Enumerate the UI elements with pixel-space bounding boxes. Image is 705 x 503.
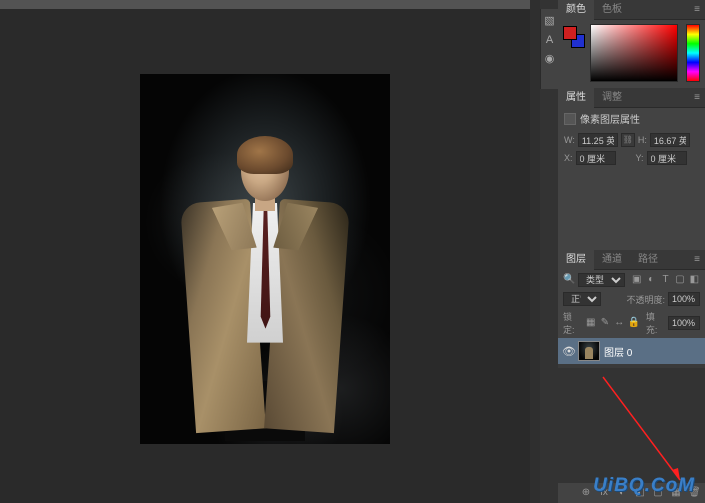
y-label: Y:: [636, 153, 644, 163]
layers-panel-menu-icon[interactable]: ≡: [689, 254, 705, 265]
watermark-text: UiBQ.CoM: [593, 475, 695, 497]
character-icon[interactable]: A: [543, 34, 556, 47]
x-label: X:: [564, 153, 573, 163]
swatches-icon[interactable]: ▧: [543, 15, 556, 28]
tab-channels[interactable]: 通道: [594, 250, 630, 270]
foreground-color-swatch[interactable]: [563, 26, 577, 40]
height-input[interactable]: [650, 133, 690, 147]
hue-strip[interactable]: [686, 24, 700, 82]
filter-pixel-icon[interactable]: ▣: [631, 274, 642, 286]
collapsed-tool-dock[interactable]: ▧ A ◉: [540, 9, 558, 89]
fill-input[interactable]: [668, 316, 700, 330]
width-label: W:: [564, 135, 575, 145]
properties-header: 像素图层属性: [558, 108, 705, 129]
color-panel-tabs: 颜色 色板 ≡: [558, 0, 705, 20]
x-input[interactable]: [576, 151, 616, 165]
tab-swatches[interactable]: 色板: [594, 0, 630, 20]
fg-bg-swatches[interactable]: [563, 26, 585, 48]
lock-transparent-icon[interactable]: ▦: [585, 317, 596, 329]
layer-name-label[interactable]: 图层 0: [604, 344, 632, 359]
filter-kind-select[interactable]: 类型: [578, 273, 625, 287]
color-field-picker[interactable]: [590, 24, 678, 82]
properties-panel-menu-icon[interactable]: ≡: [689, 92, 705, 103]
color-panel-menu-icon[interactable]: ≡: [689, 4, 705, 15]
filter-shape-icon[interactable]: ▢: [674, 274, 685, 286]
width-input[interactable]: [578, 133, 618, 147]
filter-adjust-icon[interactable]: ◐: [645, 274, 656, 286]
lock-position-icon[interactable]: ↔: [614, 317, 625, 329]
height-label: H:: [638, 135, 647, 145]
properties-title: 像素图层属性: [580, 111, 640, 126]
panel-divider: [530, 0, 540, 503]
panel-spacer: [558, 173, 705, 250]
paragraph-icon[interactable]: ◉: [543, 53, 556, 66]
pixel-layer-icon: [564, 113, 576, 125]
tab-paths[interactable]: 路径: [630, 250, 666, 270]
layer-list-empty[interactable]: [558, 368, 705, 483]
tab-layers[interactable]: 图层: [558, 250, 594, 270]
layer-thumbnail[interactable]: [578, 341, 600, 361]
visibility-eye-icon[interactable]: 👁: [562, 345, 574, 357]
filter-smart-icon[interactable]: ◧: [689, 274, 700, 286]
tab-color[interactable]: 颜色: [558, 0, 594, 20]
canvas-area[interactable]: [0, 0, 530, 503]
right-panel-stack: 颜色 色板 ≡ 属性 调整 ≡ 像素图层属性 W: ⛓ H:: [558, 0, 705, 503]
figure: [180, 141, 350, 441]
link-layers-icon[interactable]: ⊕: [580, 487, 592, 499]
y-input[interactable]: [647, 151, 687, 165]
filter-type-icon[interactable]: T: [660, 274, 671, 286]
fill-label: 填充:: [646, 310, 665, 336]
layer-row[interactable]: 👁 图层 0: [558, 338, 705, 364]
layers-panel: 🔍 类型 ▣ ◐ T ▢ ◧ 正常 不透明度: 锁定: ▦ ✎ ↔ 🔒 填充:: [558, 270, 705, 503]
color-panel: [558, 20, 705, 88]
filter-kind-icon[interactable]: 🔍: [563, 274, 575, 286]
properties-panel-tabs: 属性 调整 ≡: [558, 88, 705, 108]
tab-adjustments[interactable]: 调整: [594, 88, 630, 108]
link-wh-icon[interactable]: ⛓: [621, 133, 635, 147]
layers-panel-tabs: 图层 通道 路径 ≡: [558, 250, 705, 270]
figure-hair: [237, 136, 293, 174]
blend-mode-select[interactable]: 正常: [563, 292, 601, 306]
lock-all-icon[interactable]: 🔒: [628, 317, 640, 329]
artboard-image[interactable]: [140, 74, 390, 444]
lock-image-icon[interactable]: ✎: [599, 317, 610, 329]
tab-properties[interactable]: 属性: [558, 88, 594, 108]
lock-label: 锁定:: [563, 310, 582, 336]
layer-list[interactable]: 👁 图层 0: [558, 338, 705, 368]
properties-panel: 像素图层属性 W: ⛓ H: X: Y:: [558, 108, 705, 173]
opacity-input[interactable]: [668, 292, 700, 306]
opacity-label: 不透明度:: [626, 293, 665, 306]
